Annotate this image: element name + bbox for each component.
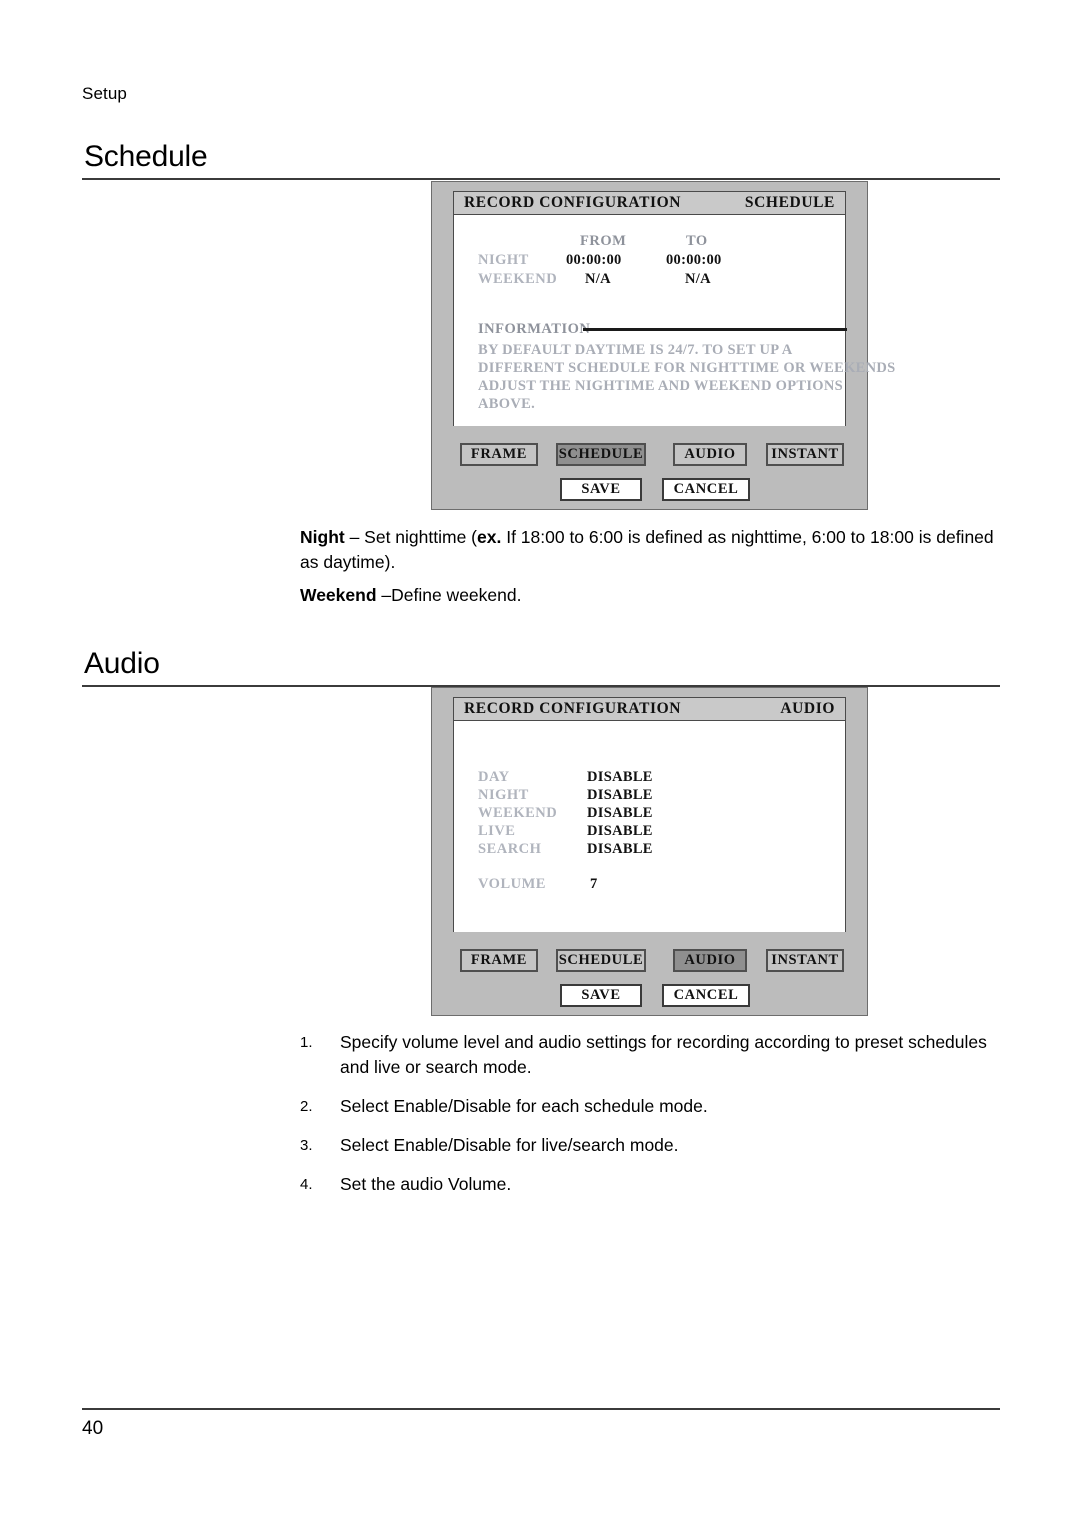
note-night-term: Night (300, 527, 345, 547)
information-label: INFORMATION (478, 321, 591, 337)
note-weekend: Weekend –Define weekend. (300, 583, 1000, 608)
list-item-text: Select Enable/Disable for each schedule … (340, 1096, 708, 1116)
information-line: DIFFERENT SCHEDULE FOR NIGHTTIME OR WEEK… (478, 360, 896, 376)
save-button[interactable]: SAVE (560, 478, 642, 501)
audio-steps-list: 1. Specify volume level and audio settin… (300, 1030, 1000, 1211)
section-divider (82, 178, 1000, 180)
cancel-button[interactable]: CANCEL (662, 478, 750, 501)
osd-panel-schedule: RECORD CONFIGURATION SCHEDULE FROM TO NI… (431, 181, 895, 510)
osd-mode-label: AUDIO (780, 700, 835, 717)
list-item-text: Specify volume level and audio settings … (340, 1032, 987, 1077)
column-header-to: TO (686, 233, 708, 249)
tab-instant[interactable]: INSTANT (766, 443, 844, 466)
osd-mode-label: SCHEDULE (744, 194, 835, 211)
weekend-value[interactable]: DISABLE (587, 805, 653, 822)
tab-audio[interactable]: AUDIO (673, 443, 747, 466)
footer-divider (82, 1408, 1000, 1410)
information-line: ADJUST THE NIGHTIME AND WEEKEND OPTIONS (478, 378, 844, 394)
weekend-to-value[interactable]: N/A (685, 271, 711, 288)
list-item-number: 2. (300, 1098, 313, 1115)
running-header: Setup (82, 84, 127, 103)
note-night-text-1: – Set nighttime ( (344, 527, 478, 547)
list-item-number: 4. (300, 1176, 313, 1193)
osd-titlebar-audio: RECORD CONFIGURATION AUDIO (453, 697, 846, 721)
list-item-number: 1. (300, 1034, 313, 1051)
section-heading-schedule: Schedule (82, 140, 1000, 180)
note-weekend-text: –Define weekend. (376, 585, 522, 605)
row-label-night: NIGHT (478, 787, 529, 803)
day-value[interactable]: DISABLE (587, 769, 653, 786)
information-line: ABOVE. (478, 396, 535, 412)
list-item: 3. Select Enable/Disable for live/search… (300, 1133, 1000, 1158)
osd-titlebar-schedule: RECORD CONFIGURATION SCHEDULE (453, 191, 846, 215)
page-number: 40 (82, 1418, 104, 1439)
column-header-from: FROM (580, 233, 627, 249)
page-title-schedule: Schedule (84, 140, 208, 173)
night-from-value[interactable]: 00:00:00 (566, 252, 622, 269)
tab-frame[interactable]: FRAME (460, 443, 538, 466)
information-line: BY DEFAULT DAYTIME IS 24/7. TO SET UP A (478, 342, 793, 358)
tab-instant[interactable]: INSTANT (766, 949, 844, 972)
night-to-value[interactable]: 00:00:00 (666, 252, 722, 269)
osd-title-text: RECORD CONFIGURATION (464, 700, 682, 717)
information-divider (583, 328, 847, 331)
osd-panel-audio: RECORD CONFIGURATION AUDIO DAY DISABLE N… (431, 687, 868, 1016)
note-weekend-term: Weekend (300, 585, 377, 605)
row-label-night: NIGHT (478, 252, 529, 268)
row-label-weekend: WEEKEND (478, 271, 558, 287)
osd-content-schedule: FROM TO NIGHT 00:00:00 00:00:00 WEEKEND … (453, 215, 895, 426)
list-item: 2. Select Enable/Disable for each schedu… (300, 1094, 1000, 1119)
cancel-button[interactable]: CANCEL (662, 984, 750, 1007)
tab-audio[interactable]: AUDIO (673, 949, 747, 972)
search-value[interactable]: DISABLE (587, 841, 653, 858)
list-item-text: Set the audio Volume. (340, 1174, 512, 1194)
weekend-from-value[interactable]: N/A (585, 271, 611, 288)
osd-content-audio: DAY DISABLE NIGHT DISABLE WEEKEND DISABL… (453, 721, 846, 932)
volume-value[interactable]: 7 (590, 876, 598, 893)
list-item: 1. Specify volume level and audio settin… (300, 1030, 1000, 1080)
row-label-day: DAY (478, 769, 510, 785)
row-label-live: LIVE (478, 823, 516, 839)
note-night: Night – Set nighttime (ex. If 18:00 to 6… (300, 525, 1000, 575)
tab-schedule[interactable]: SCHEDULE (556, 949, 646, 972)
page-title-audio: Audio (84, 647, 160, 680)
list-item-number: 3. (300, 1137, 313, 1154)
night-value[interactable]: DISABLE (587, 787, 653, 804)
row-label-volume: VOLUME (478, 876, 546, 892)
row-label-weekend: WEEKEND (478, 805, 558, 821)
note-night-text-2: If 18:00 to 6:00 is defined as nighttime… (501, 527, 914, 547)
list-item: 4. Set the audio Volume. (300, 1172, 1000, 1197)
live-value[interactable]: DISABLE (587, 823, 653, 840)
save-button[interactable]: SAVE (560, 984, 642, 1007)
tab-frame[interactable]: FRAME (460, 949, 538, 972)
tab-schedule[interactable]: SCHEDULE (556, 443, 646, 466)
list-item-text: Select Enable/Disable for live/search mo… (340, 1135, 679, 1155)
osd-title-text: RECORD CONFIGURATION (464, 194, 682, 211)
section-heading-audio: Audio (82, 647, 1000, 687)
note-night-ex: ex. (477, 527, 502, 547)
row-label-search: SEARCH (478, 841, 542, 857)
